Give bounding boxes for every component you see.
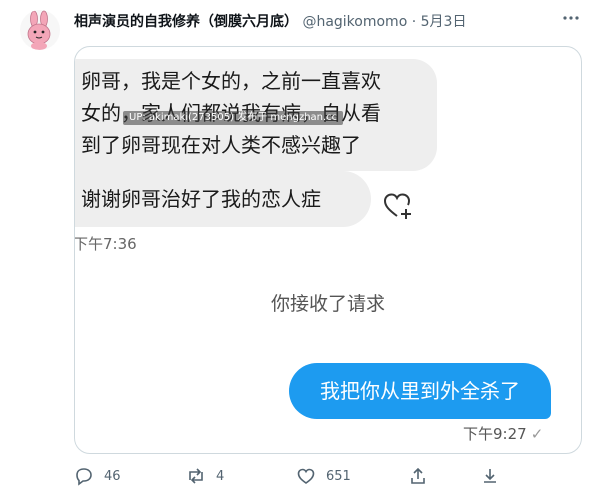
reply-count: 46 [104,468,121,484]
reply-icon [76,468,92,486]
tweet-actions: 46 4 651 [74,463,594,489]
avatar[interactable] [20,10,60,50]
outgoing-message: 我把你从里到外全杀了 [289,363,551,419]
reply-button[interactable]: 46 [74,463,121,489]
like-count: 651 [326,468,351,484]
message-line: 到了卵哥现在对人类不感兴趣了 [81,133,361,157]
author-handle[interactable]: @hagikomomo [302,14,407,30]
add-reaction-button [381,189,413,221]
message-time-1: 下午7:36 [74,235,137,253]
chat-screenshot[interactable]: 卵哥，我是个女的，之前一直喜欢 女的，家人们都说我有病，自从看 到了卵哥现在对人… [74,46,582,454]
incoming-message-2: 谢谢卵哥治好了我的恋人症 [75,171,371,227]
like-icon [297,468,315,484]
tweet-header: 相声演员的自我修养（倒膜六月底） @hagikomomo · 5月3日 [74,11,466,31]
message-line: 卵哥，我是个女的，之前一直喜欢 [81,69,381,93]
read-check-icon: ✓ [530,425,544,443]
share-icon [411,467,425,484]
rabbit-avatar [27,10,51,50]
tweet-date[interactable]: 5月3日 [421,14,467,30]
system-notice: 你接收了请求 [270,293,385,315]
upload-icon [484,469,496,483]
retweet-count: 4 [216,468,225,484]
retweet-button[interactable]: 4 [186,463,224,489]
author-name[interactable]: 相声演员的自我修养（倒膜六月底） [74,14,298,30]
upload-button[interactable] [480,463,510,489]
watermark: UP: akimaki(273505) 发布于 mengzhan.cc [123,111,344,125]
more-button[interactable] [561,8,581,28]
like-button[interactable]: 651 [296,463,351,489]
retweet-icon [189,468,203,484]
time-text: 下午9:27 [463,425,527,443]
message-time-2: 下午9:27 ✓ [463,423,543,444]
share-button[interactable] [408,463,438,489]
more-icon [563,16,579,20]
dot-separator: · [411,14,417,30]
heart-plus-icon [383,193,411,219]
